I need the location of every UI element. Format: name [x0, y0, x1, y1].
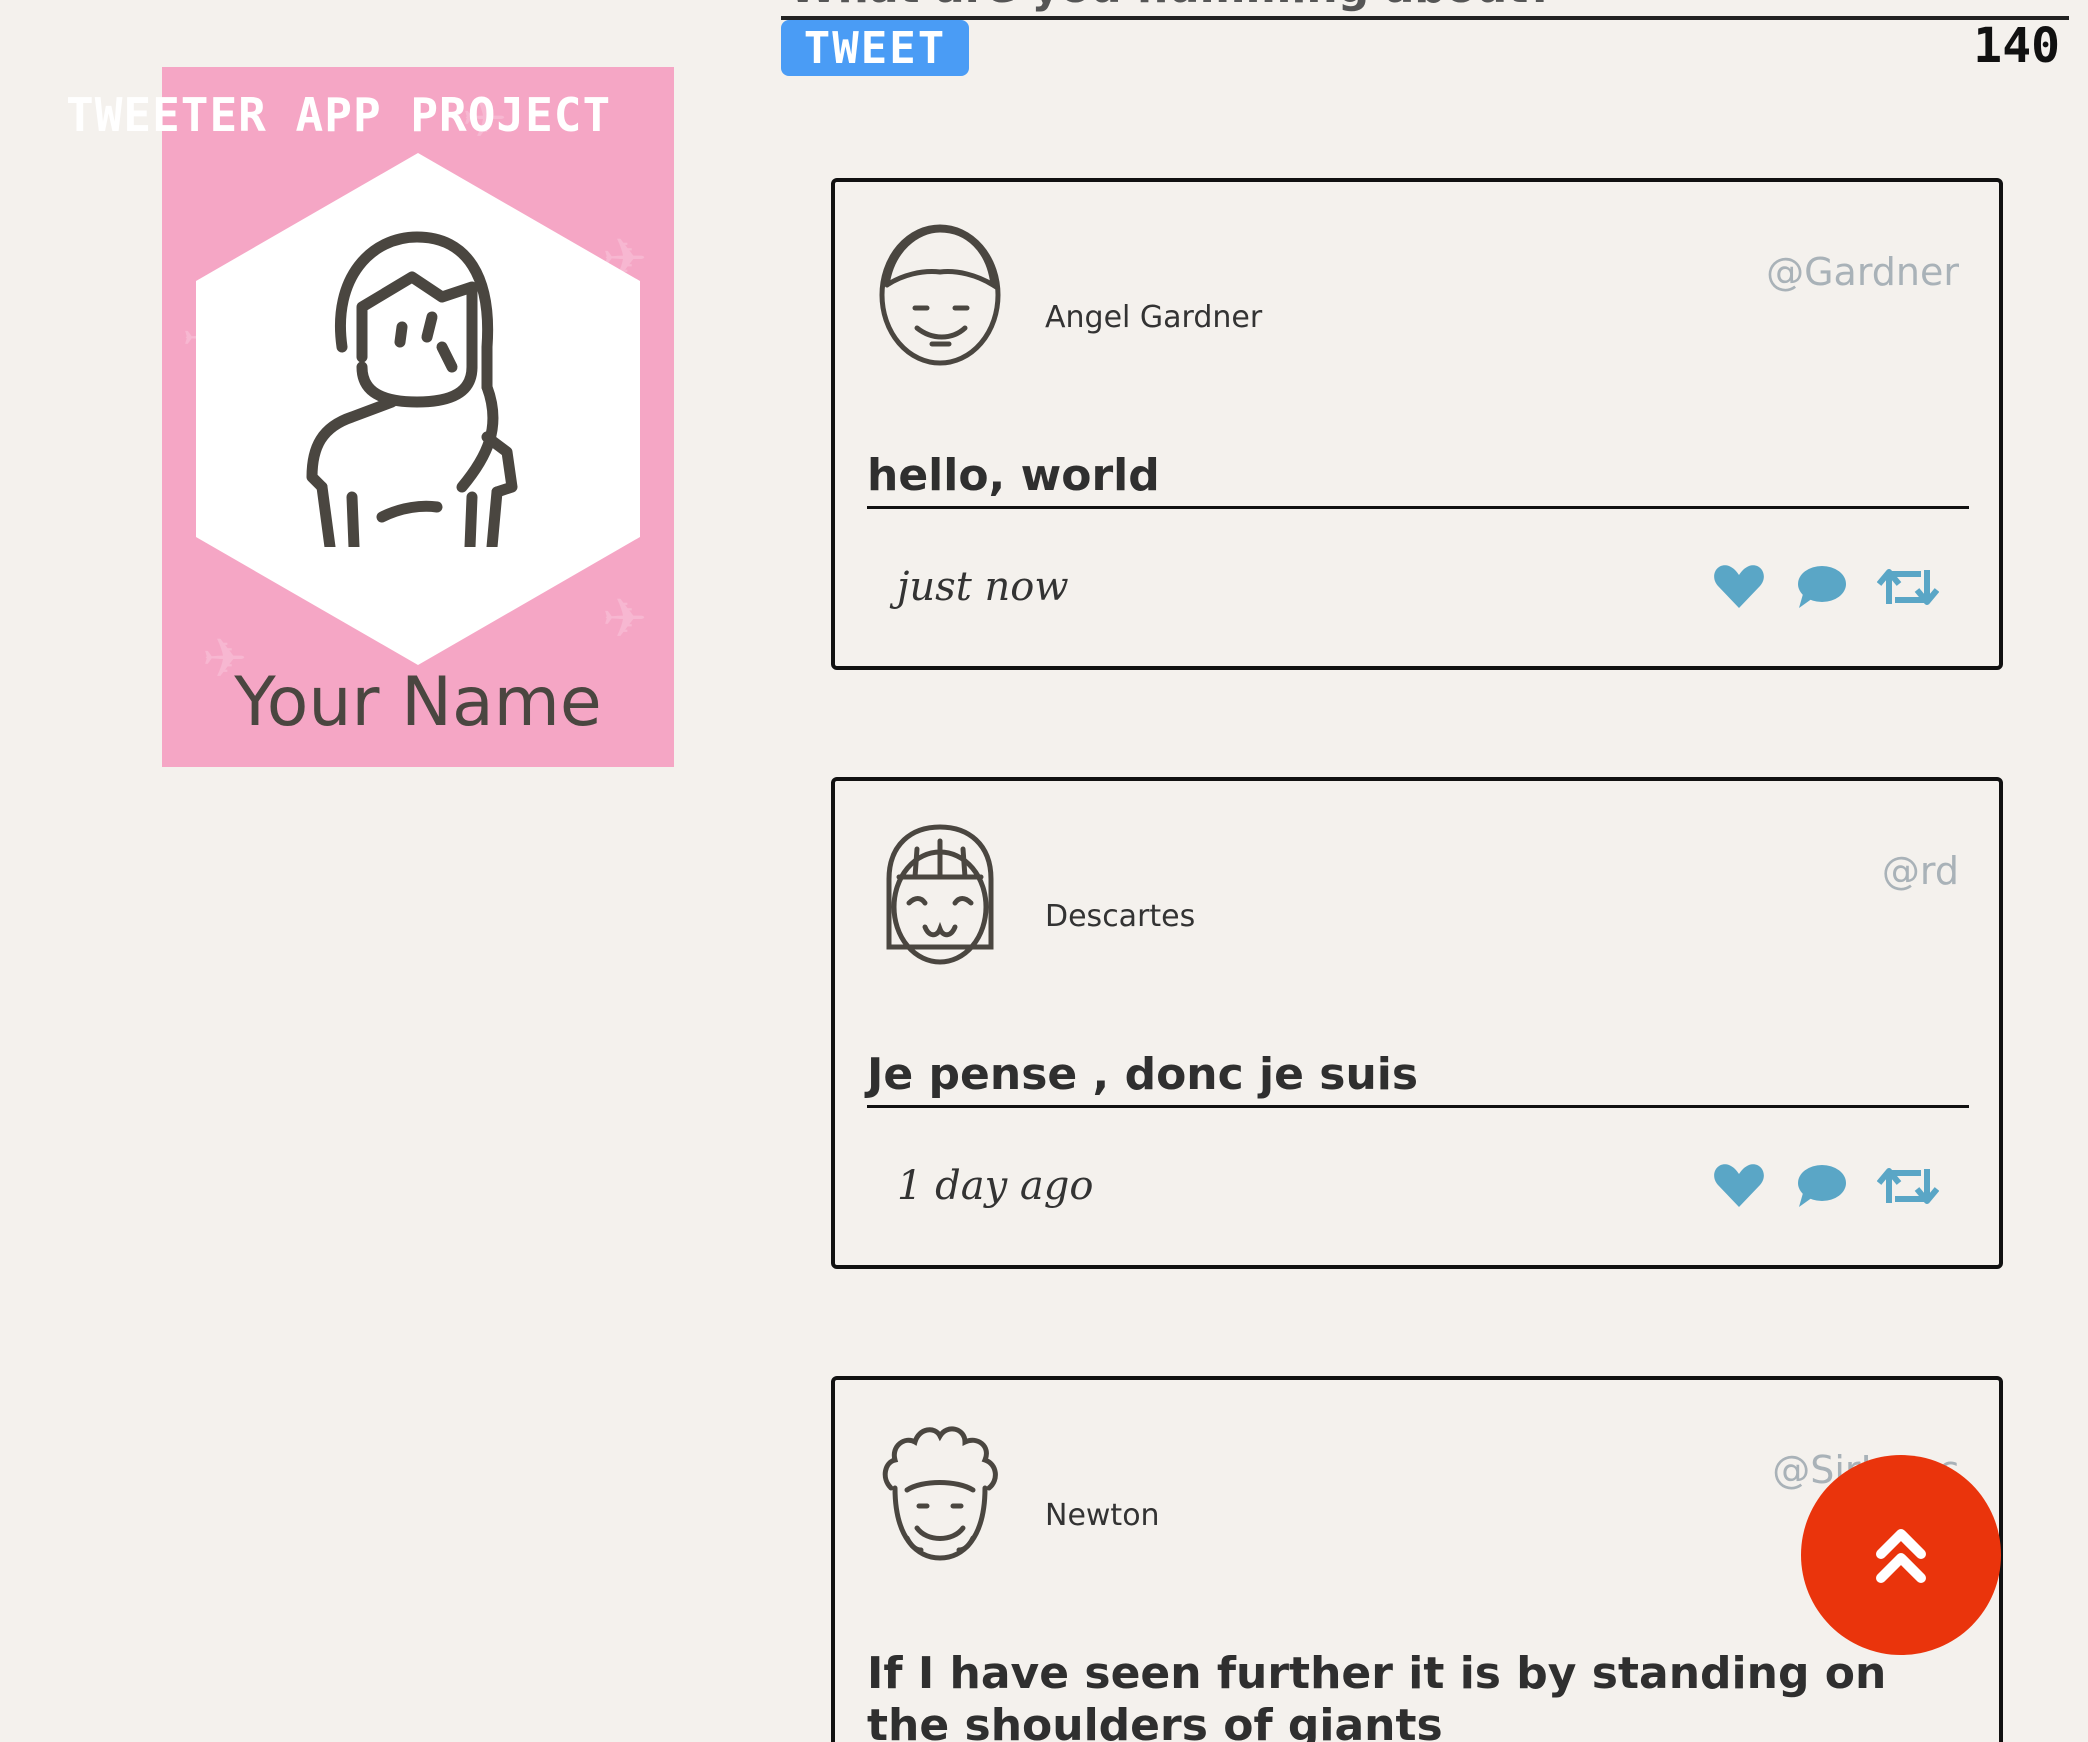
- tweet-time: 1 day ago: [897, 1163, 1094, 1209]
- curly-hair-avatar-icon: [882, 1426, 998, 1561]
- tweet-card: Descartes @rd Je pense , donc je suis 1 …: [831, 777, 2003, 1269]
- app-title: TWEETER APP PROJECT: [66, 88, 612, 142]
- double-chevron-up-icon: [1876, 1529, 1926, 1583]
- profile-card: ✈ ✈ ✈ ✈ ✈ Your Name: [162, 67, 674, 767]
- scroll-to-top-button[interactable]: [1801, 1455, 2001, 1655]
- tweet-card: Angel Gardner @Gardner hello, world just…: [831, 178, 2003, 670]
- char-counter: 140: [1973, 18, 2060, 74]
- tweet-text: Je pense , donc je suis: [867, 1049, 1969, 1108]
- tweet-actions: [1713, 564, 1939, 610]
- tweet-author: Descartes: [1045, 899, 1196, 934]
- heart-icon[interactable]: [1713, 1163, 1765, 1209]
- man-avatar-icon: [879, 224, 1001, 366]
- bird-pattern-icon: ✈: [602, 589, 648, 649]
- page: What are you humming about? TWEET 140 TW…: [0, 0, 2088, 1742]
- tweet-actions: [1713, 1163, 1939, 1209]
- tweet-author: Newton: [1045, 1498, 1160, 1533]
- profile-name: Your Name: [234, 663, 602, 742]
- retweet-icon[interactable]: [1877, 564, 1939, 610]
- woman-avatar-icon: [306, 231, 518, 547]
- compose-input[interactable]: What are you humming about?: [781, 0, 2069, 20]
- tweet-time: just now: [897, 564, 1069, 610]
- tweet-handle[interactable]: @Gardner: [1766, 250, 1959, 294]
- heart-icon[interactable]: [1713, 564, 1765, 610]
- retweet-icon[interactable]: [1877, 1163, 1939, 1209]
- comment-icon[interactable]: [1795, 1163, 1847, 1209]
- tweet-text: If I have seen further it is by standing…: [867, 1648, 1887, 1742]
- comment-icon[interactable]: [1795, 564, 1847, 610]
- tweet-button[interactable]: TWEET: [781, 20, 969, 76]
- tweet-handle[interactable]: @rd: [1882, 849, 1959, 893]
- woman-avatar-icon: [886, 824, 994, 965]
- tweet-text: hello, world: [867, 450, 1969, 509]
- tweet-author: Angel Gardner: [1045, 300, 1263, 335]
